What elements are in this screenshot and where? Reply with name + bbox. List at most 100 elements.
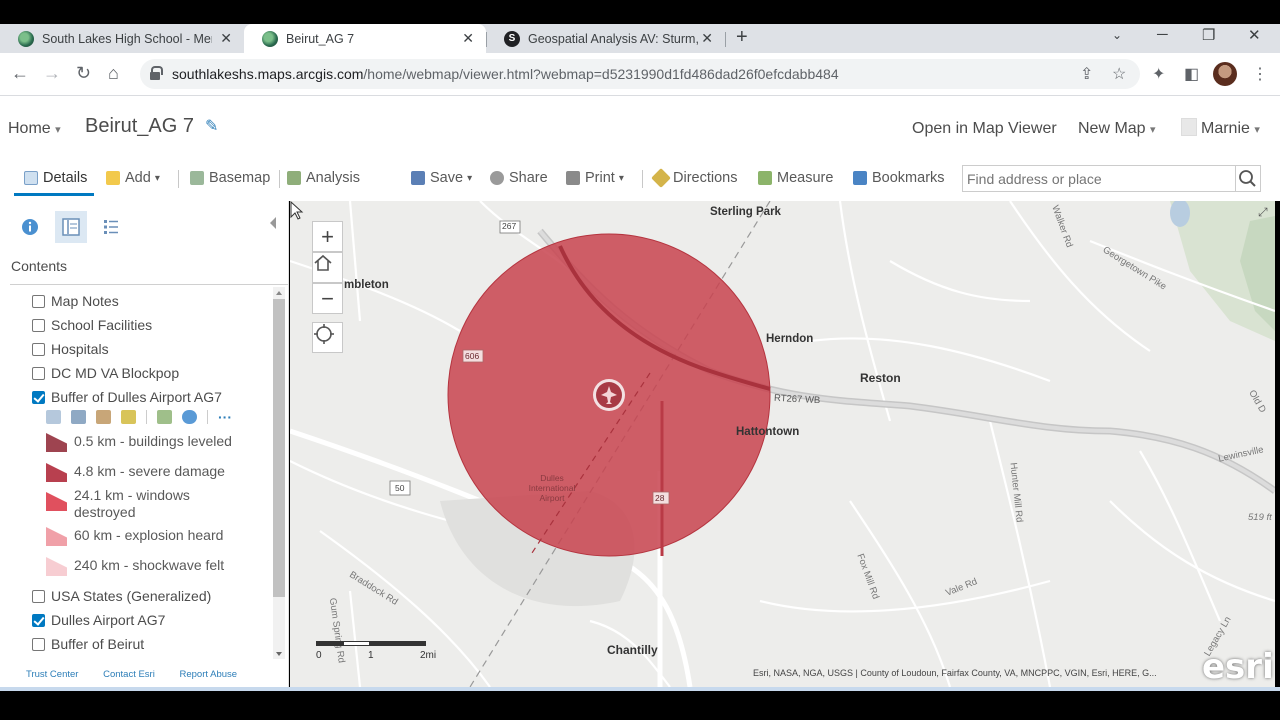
- pencil-icon[interactable]: ✎: [205, 116, 218, 136]
- layer-item-usa-states[interactable]: USA States (Generalized): [32, 588, 211, 604]
- user-menu[interactable]: Marnie ▾: [1201, 120, 1260, 138]
- layer-checkbox[interactable]: [32, 589, 45, 603]
- content-tab[interactable]: [55, 211, 87, 243]
- side-panel-icon[interactable]: ◧: [1184, 64, 1199, 84]
- tab-title: South Lakes High School - Mem: [42, 31, 212, 46]
- add-button[interactable]: Add ▾: [106, 170, 160, 186]
- close-tab-icon[interactable]: ✕: [701, 30, 713, 47]
- layer-item-map-notes[interactable]: Map Notes: [32, 293, 119, 309]
- add-layer-icon: [106, 171, 120, 185]
- legend-swatch: [46, 557, 67, 576]
- minimize-icon[interactable]: ─: [1157, 26, 1168, 43]
- browser-toolbar: ← → ↻ ⌂ southlakeshs.maps.arcgis.com/hom…: [0, 53, 1280, 96]
- layer-checkbox[interactable]: [32, 342, 45, 356]
- report-abuse-link[interactable]: Report Abuse: [179, 669, 237, 680]
- save-button[interactable]: Save ▾: [411, 170, 472, 186]
- layer-item-buffer-beirut[interactable]: Buffer of Beirut: [32, 636, 144, 652]
- attribute-table-icon[interactable]: [71, 410, 86, 424]
- filter-icon[interactable]: [121, 410, 136, 424]
- bookmark-star-icon[interactable]: ☆: [1112, 64, 1126, 84]
- refresh-icon[interactable]: [182, 410, 197, 424]
- home-icon[interactable]: ⌂: [108, 63, 119, 84]
- url-text[interactable]: southlakeshs.maps.arcgis.com/home/webmap…: [172, 66, 839, 82]
- search-button[interactable]: [1235, 165, 1261, 192]
- layer-checkbox[interactable]: [32, 637, 45, 651]
- bookmarks-icon: [853, 171, 867, 185]
- info-icon: [22, 219, 38, 235]
- share-button[interactable]: Share: [490, 170, 548, 186]
- tab-search-icon[interactable]: ⌄: [1112, 28, 1122, 42]
- layer-item-hospitals[interactable]: Hospitals: [32, 341, 109, 357]
- locate-button[interactable]: [312, 322, 343, 353]
- back-icon[interactable]: ←: [11, 63, 29, 84]
- contents-title: Contents: [11, 258, 68, 274]
- scrollbar-thumb[interactable]: [273, 299, 285, 597]
- close-tab-icon[interactable]: ✕: [220, 30, 232, 47]
- toolbar-divider: [178, 170, 179, 188]
- reload-icon[interactable]: ↻: [76, 63, 91, 84]
- trust-center-link[interactable]: Trust Center: [26, 669, 78, 680]
- zoom-out-button[interactable]: −: [312, 283, 343, 314]
- layer-item-dulles-airport[interactable]: Dulles Airport AG7: [32, 612, 165, 628]
- close-tab-icon[interactable]: ✕: [462, 30, 474, 47]
- layer-label: Dulles Airport AG7: [51, 612, 166, 628]
- find-address-input[interactable]: [962, 165, 1236, 192]
- legend-label: 0.5 km - buildings leveled: [74, 433, 232, 449]
- place-label: Reston: [860, 371, 901, 385]
- basemap-button[interactable]: Basemap: [190, 170, 270, 186]
- analysis-tool-icon[interactable]: [157, 410, 172, 424]
- scroll-up-icon[interactable]: [276, 291, 282, 295]
- scale-bar: [316, 641, 426, 646]
- layer-item-blockpop[interactable]: DC MD VA Blockpop: [32, 365, 179, 381]
- layer-checkbox[interactable]: [32, 366, 45, 380]
- layer-checkbox-checked[interactable]: [32, 390, 45, 404]
- default-extent-button[interactable]: [312, 252, 343, 283]
- contact-esri-link[interactable]: Contact Esri: [103, 669, 155, 680]
- layer-checkbox[interactable]: [32, 318, 45, 332]
- measure-button[interactable]: Measure: [758, 170, 833, 186]
- layer-properties-icon[interactable]: [46, 410, 61, 424]
- details-button[interactable]: Details: [24, 170, 87, 186]
- new-map-menu[interactable]: New Map ▾: [1078, 120, 1156, 138]
- layer-label: DC MD VA Blockpop: [51, 365, 180, 381]
- tab-title: Beirut_AG 7: [286, 31, 355, 46]
- profile-avatar[interactable]: [1213, 62, 1237, 86]
- forward-icon[interactable]: →: [43, 63, 61, 84]
- layer-item-school-facilities[interactable]: School Facilities: [32, 317, 152, 333]
- legend-tab[interactable]: [95, 211, 127, 243]
- browser-tab[interactable]: S Geospatial Analysis AV: Sturm, M ✕: [486, 24, 725, 53]
- save-disk-icon: [411, 171, 425, 185]
- map-view[interactable]: Sterling Park Herndon Reston Hattontown …: [290, 201, 1275, 687]
- close-window-icon[interactable]: ✕: [1248, 26, 1261, 44]
- zoom-in-button[interactable]: +: [312, 221, 343, 252]
- esri-logo[interactable]: esri: [1202, 647, 1274, 687]
- more-options-icon[interactable]: ···: [218, 409, 232, 425]
- address-bar[interactable]: southlakeshs.maps.arcgis.com/home/webmap…: [140, 59, 1140, 89]
- layer-item-buffer-dulles[interactable]: Buffer of Dulles Airport AG7: [32, 389, 222, 405]
- bookmarks-button[interactable]: Bookmarks: [853, 170, 945, 186]
- print-button[interactable]: Print ▾: [566, 170, 624, 186]
- extensions-icon[interactable]: ✦: [1152, 64, 1165, 84]
- collapse-panel-icon[interactable]: [270, 217, 276, 229]
- new-tab-icon[interactable]: +: [736, 26, 748, 49]
- browser-tab-active[interactable]: Beirut_AG 7 ✕: [244, 24, 486, 53]
- browser-tab[interactable]: South Lakes High School - Mem ✕: [0, 24, 244, 53]
- layer-checkbox[interactable]: [32, 294, 45, 308]
- scroll-down-icon[interactable]: [276, 652, 282, 656]
- globe-favicon-icon: [18, 30, 34, 47]
- globe-favicon-icon: [262, 30, 278, 47]
- analysis-icon: [287, 171, 301, 185]
- more-menu-icon[interactable]: ⋮: [1252, 64, 1268, 84]
- directions-button[interactable]: Directions: [651, 168, 737, 188]
- user-avatar[interactable]: [1181, 118, 1197, 136]
- change-style-icon[interactable]: [96, 410, 111, 424]
- home-menu[interactable]: Home ▾: [8, 120, 61, 138]
- analysis-button[interactable]: Analysis: [287, 170, 360, 186]
- about-tab[interactable]: [14, 211, 46, 243]
- layer-checkbox-checked[interactable]: [32, 613, 45, 627]
- expand-icon[interactable]: ⤢: [1258, 205, 1268, 220]
- browser-tab-strip: South Lakes High School - Mem ✕ Beirut_A…: [0, 24, 1280, 53]
- restore-icon[interactable]: ❐: [1202, 26, 1215, 44]
- open-in-map-viewer-link[interactable]: Open in Map Viewer: [912, 120, 1057, 138]
- share-page-icon[interactable]: ⇪: [1080, 64, 1093, 84]
